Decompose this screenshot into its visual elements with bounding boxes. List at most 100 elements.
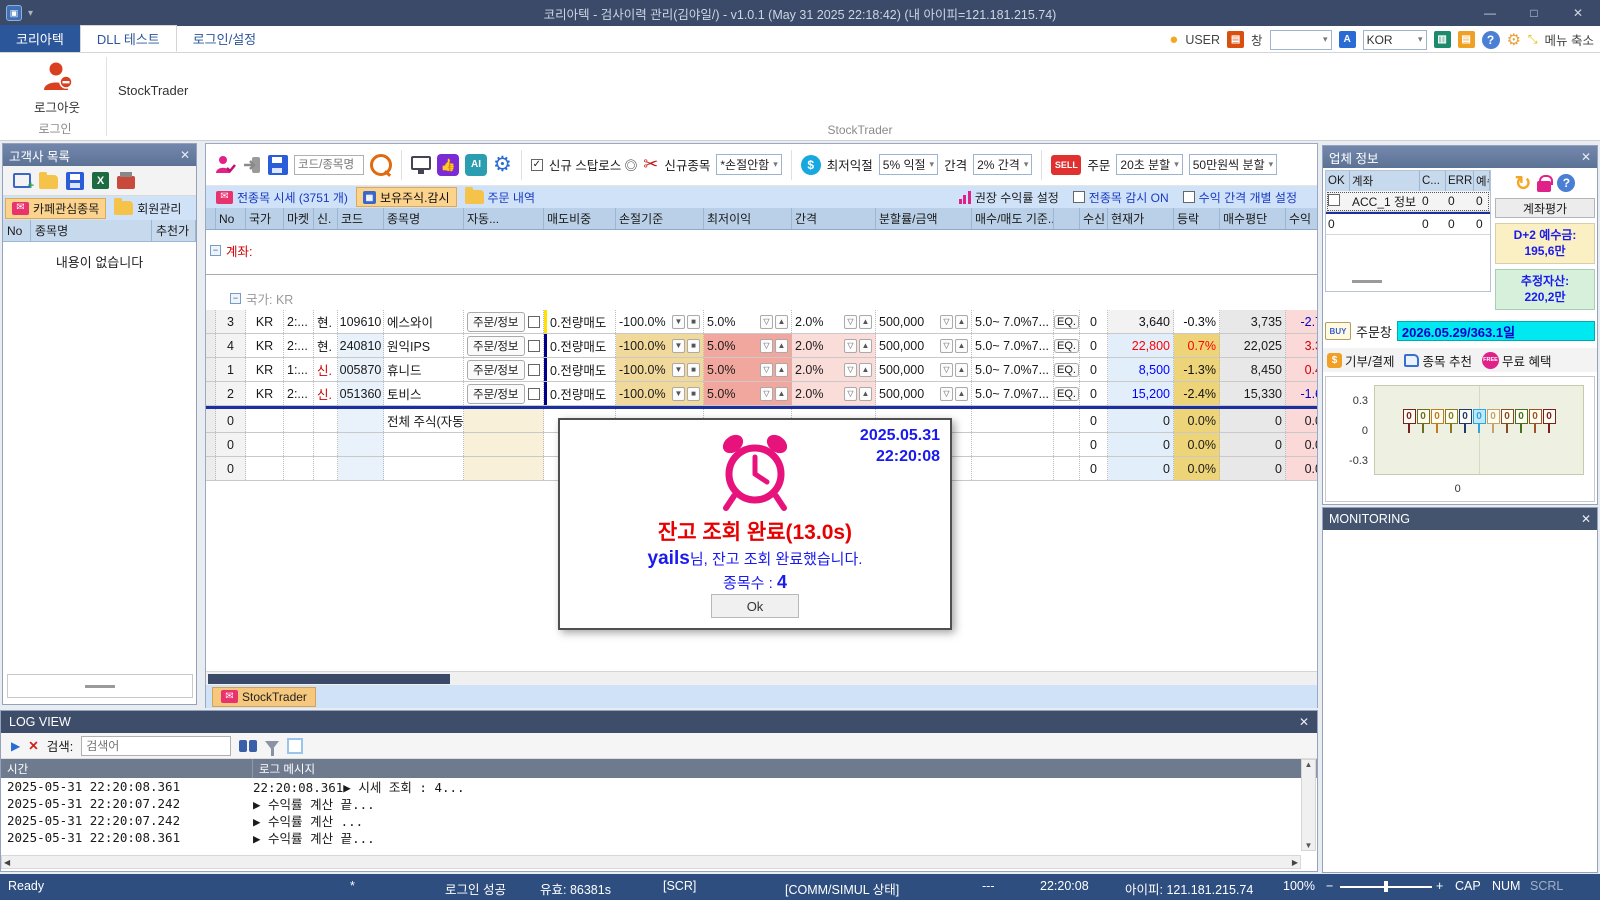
collapse-menu-icon[interactable]: ⤡ bbox=[1528, 32, 1538, 47]
tab-stocktrader[interactable]: ✉ StockTrader bbox=[212, 687, 316, 707]
spinner-down[interactable]: ▽ bbox=[844, 363, 857, 377]
tab-login-settings[interactable]: 로그인/설정 bbox=[177, 25, 272, 52]
stock-row[interactable]: 2KR2:...신.051360토비스주문/정보0.전량매도-100.0%▼■5… bbox=[206, 382, 1317, 406]
group-row-country[interactable]: − 국가: KR bbox=[206, 288, 1317, 308]
spinner-up[interactable]: ▲ bbox=[775, 315, 788, 329]
chart-marker[interactable]: 0 bbox=[1473, 409, 1486, 433]
row-checkbox[interactable] bbox=[528, 388, 540, 400]
log-row[interactable]: 2025-05-31 22:20:08.361▶ 수익률 계산 끝... bbox=[1, 829, 1317, 846]
spinner-up[interactable]: ▲ bbox=[955, 387, 968, 401]
minimize-button[interactable]: — bbox=[1468, 0, 1512, 26]
spinner-down[interactable]: ▽ bbox=[844, 339, 857, 353]
column-header[interactable] bbox=[206, 208, 216, 229]
column-header[interactable]: C... bbox=[1420, 171, 1446, 191]
stop-square-button[interactable]: ■ bbox=[687, 339, 700, 353]
spinner-down[interactable]: ▽ bbox=[760, 315, 773, 329]
spinner-down[interactable]: ▽ bbox=[844, 315, 857, 329]
individual-gap-checkbox[interactable]: 수익 간격 개별 설정 bbox=[1183, 189, 1297, 206]
tab-holdings-watch[interactable]: ▦ 보유주식.감시 bbox=[356, 187, 457, 207]
eq-button[interactable]: EQ. bbox=[1054, 339, 1079, 353]
thumbs-up-icon[interactable]: 👍 bbox=[437, 154, 459, 176]
chart-marker[interactable]: 0 bbox=[1487, 409, 1500, 433]
scissors-icon[interactable]: ✂ bbox=[643, 154, 658, 175]
search-icon[interactable] bbox=[370, 154, 392, 176]
spinner-up[interactable]: ▲ bbox=[955, 339, 968, 353]
settings-gear-icon[interactable]: ⚙ bbox=[1507, 30, 1521, 50]
stock-row[interactable]: 3KR2:...현.109610에스와이주문/정보0.전량매도-100.0%▼■… bbox=[206, 310, 1317, 334]
col-time[interactable]: 시간 bbox=[1, 759, 253, 778]
column-header[interactable]: 예수 bbox=[1474, 171, 1490, 191]
tab-member-management[interactable]: 회원관리 bbox=[108, 198, 187, 219]
spinner-down[interactable]: ▽ bbox=[760, 363, 773, 377]
resize-grip[interactable] bbox=[1352, 280, 1382, 283]
help-icon[interactable]: ? bbox=[1482, 31, 1500, 49]
column-header[interactable]: ERR bbox=[1446, 171, 1474, 191]
order-info-button[interactable]: 주문/정보 bbox=[467, 384, 525, 404]
stoploss-mode-select[interactable]: *손절안함▾ bbox=[716, 154, 781, 175]
recommend-link[interactable]: 종목 추천 bbox=[1404, 351, 1471, 370]
stock-row[interactable]: 1KR1:...신.005870휴니드주문/정보0.전량매도-100.0%▼■5… bbox=[206, 358, 1317, 382]
stop-square-button[interactable]: ■ bbox=[687, 387, 700, 401]
col-name[interactable]: 종목명 bbox=[31, 220, 152, 241]
ai-icon[interactable]: AI bbox=[465, 154, 487, 176]
lock-icon[interactable] bbox=[1537, 181, 1551, 192]
close-icon[interactable]: ✕ bbox=[1299, 715, 1309, 729]
row-checkbox[interactable] bbox=[528, 340, 540, 352]
col-no[interactable]: No bbox=[3, 220, 31, 241]
chart-marker[interactable]: 0 bbox=[1417, 409, 1430, 433]
spinner-down[interactable]: ▽ bbox=[940, 363, 953, 377]
ok-button[interactable]: Ok bbox=[711, 594, 799, 618]
col-price[interactable]: 추천가 bbox=[152, 220, 196, 241]
account-checkbox[interactable] bbox=[1328, 194, 1340, 206]
stop-down-button[interactable]: ▼ bbox=[672, 363, 685, 377]
spinner-down[interactable]: ▽ bbox=[844, 387, 857, 401]
refresh-icon[interactable]: ↻ bbox=[1515, 171, 1532, 196]
group-row-account[interactable]: − 계좌: bbox=[206, 240, 1317, 260]
spinner-up[interactable]: ▲ bbox=[775, 363, 788, 377]
monitor-icon[interactable] bbox=[411, 156, 431, 170]
excel-export-icon[interactable]: X bbox=[92, 172, 109, 189]
row-checkbox[interactable] bbox=[528, 364, 540, 376]
column-header[interactable]: 간격 bbox=[792, 208, 876, 229]
clear-icon[interactable]: ✕ bbox=[28, 738, 38, 753]
chart-marker[interactable]: 0 bbox=[1529, 409, 1542, 433]
eq-button[interactable]: EQ. bbox=[1054, 387, 1079, 401]
log-vertical-scrollbar[interactable]: ▲▼ bbox=[1301, 759, 1316, 851]
language-select[interactable]: KOR▾ bbox=[1363, 30, 1427, 50]
open-folder-icon[interactable] bbox=[39, 175, 58, 189]
maximize-button[interactable]: □ bbox=[1512, 0, 1556, 26]
gear-icon[interactable]: ⚙ bbox=[493, 152, 512, 177]
profit-rate-setting[interactable]: 권장 수익률 설정 bbox=[959, 189, 1059, 206]
column-header[interactable]: 수신 bbox=[1080, 208, 1108, 229]
watch-all-checkbox[interactable]: 전종목 감시 ON bbox=[1073, 189, 1169, 206]
log-search-input[interactable] bbox=[81, 736, 231, 756]
chart-marker[interactable]: 0 bbox=[1445, 409, 1458, 433]
stocktrader-ribbon-item[interactable]: StockTrader bbox=[118, 83, 188, 98]
spinner-up[interactable]: ▲ bbox=[955, 363, 968, 377]
spinner-down[interactable]: ▽ bbox=[940, 339, 953, 353]
collapse-icon[interactable]: − bbox=[210, 245, 221, 256]
quick-access-caret-icon[interactable]: ▾ bbox=[28, 8, 33, 19]
close-icon[interactable]: ✕ bbox=[1581, 512, 1591, 526]
window-select[interactable]: ▾ bbox=[1270, 30, 1332, 50]
column-header[interactable]: 매수/매도 기준... bbox=[972, 208, 1054, 229]
log-row[interactable]: 2025-05-31 22:20:08.36122:20:08.361▶ 시세 … bbox=[1, 778, 1317, 795]
column-header[interactable]: No bbox=[216, 208, 246, 229]
sell-icon[interactable]: SELL bbox=[1051, 155, 1081, 175]
order-info-button[interactable]: 주문/정보 bbox=[467, 336, 525, 356]
add-list-icon[interactable] bbox=[13, 173, 31, 188]
column-header[interactable]: 계좌 bbox=[1350, 171, 1420, 191]
row-checkbox[interactable] bbox=[528, 316, 540, 328]
user-label[interactable]: USER bbox=[1185, 33, 1220, 47]
column-header[interactable]: 코드 bbox=[338, 208, 384, 229]
column-header[interactable]: 매수평단 bbox=[1220, 208, 1286, 229]
find-icon[interactable] bbox=[239, 740, 257, 752]
zoom-slider-thumb[interactable] bbox=[1384, 881, 1388, 892]
min-profit-select[interactable]: 5% 익절▾ bbox=[879, 154, 938, 175]
zoom-out-icon[interactable]: − bbox=[1326, 879, 1333, 893]
zoom-in-icon[interactable]: + bbox=[1436, 879, 1443, 893]
chart-marker[interactable]: 0 bbox=[1459, 409, 1472, 433]
log-horizontal-scrollbar[interactable]: ◀▶ bbox=[1, 855, 1301, 869]
column-header[interactable]: 손절기준 bbox=[616, 208, 704, 229]
tab-cafe-watchlist[interactable]: ✉ 카페관심종목 bbox=[5, 198, 106, 219]
